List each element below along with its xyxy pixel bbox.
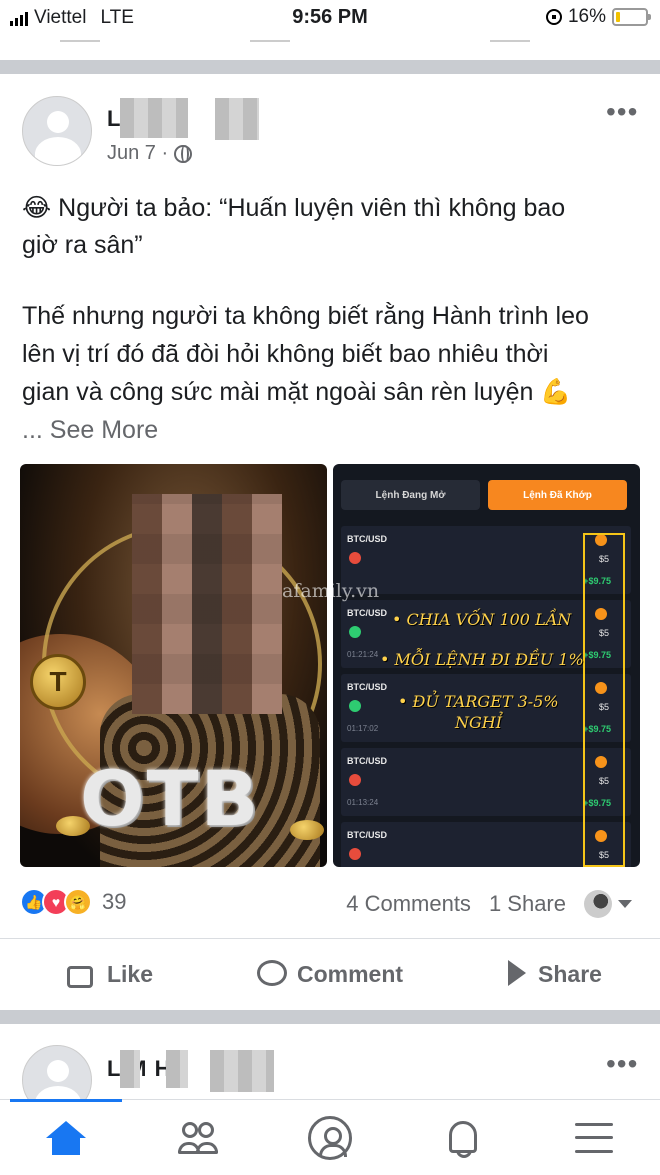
trade-pair: BTC/USD	[347, 682, 387, 692]
coin-stack-icon	[56, 816, 90, 836]
battery-fill	[616, 12, 620, 22]
trade-row: BTC/USD 01:13:24 $5 +$9.75	[341, 748, 631, 816]
comment-label: Comment	[296, 961, 404, 987]
tab-filled-orders: Lệnh Đã Khớp	[488, 480, 627, 510]
trade-time: 01:17:02	[347, 724, 379, 733]
post-text-line: Thế nhưng người ta không biết rằng Hành …	[22, 302, 589, 330]
overlay-text: NGHỈ	[455, 713, 503, 732]
nav-notifications[interactable]	[396, 1100, 528, 1175]
previous-post-edge	[0, 36, 660, 60]
nav-home[interactable]	[0, 1099, 132, 1175]
friends-icon	[176, 1120, 220, 1156]
share-button[interactable]: Share	[440, 939, 660, 1010]
trade-time: 01:13:24	[347, 798, 379, 807]
post-date[interactable]: Jun 7 ·	[107, 142, 168, 165]
battery-info: 16%	[545, 6, 651, 28]
comments-count[interactable]: 4 Comments	[346, 891, 471, 917]
bitcoin-icon	[595, 534, 607, 546]
feed-divider	[0, 60, 660, 74]
feed-divider	[0, 1010, 660, 1024]
post-text-line: lên vị trí đó đã đòi hỏi không biết bao …	[22, 340, 549, 368]
arrow-down-icon	[349, 552, 361, 564]
trade-pair: BTC/USD	[347, 830, 387, 840]
arrow-down-icon	[349, 848, 361, 860]
home-icon	[46, 1120, 86, 1155]
nav-friends[interactable]	[132, 1100, 264, 1175]
more-horizontal-icon[interactable]: •••	[606, 1050, 638, 1078]
bitcoin-icon	[595, 608, 607, 620]
post-text-line: gian và công sức mài mặt ngoài sân rèn l…	[22, 378, 572, 406]
name-redaction	[210, 1050, 274, 1092]
name-redaction	[166, 1050, 188, 1088]
chevron-down-icon[interactable]	[618, 900, 632, 908]
trade-amount: $5	[598, 776, 609, 786]
like-icon	[66, 960, 97, 990]
shares-count[interactable]: 1 Share	[489, 891, 566, 917]
like-button[interactable]: Like	[0, 939, 220, 1010]
battery-icon	[612, 8, 651, 26]
trade-profit: +$9.75	[583, 798, 611, 808]
more-horizontal-icon[interactable]: •••	[606, 98, 638, 126]
profile-icon	[308, 1115, 352, 1160]
bottom-navigation	[0, 1099, 660, 1175]
author-avatar[interactable]	[22, 96, 92, 166]
trade-amount: $5	[598, 628, 609, 638]
engagement-counts: 4 Comments 1 Share	[346, 890, 632, 918]
watermark-text: afamily.vn	[282, 580, 380, 602]
nav-profile[interactable]	[264, 1100, 396, 1175]
trade-amount: $5	[598, 554, 609, 564]
nav-menu[interactable]	[528, 1100, 660, 1175]
trade-pair: BTC/USD	[347, 756, 387, 766]
globe-icon	[174, 144, 193, 163]
trade-tabs: Lệnh Đang Mở Lệnh Đã Khớp	[341, 480, 627, 510]
reaction-count: 39	[102, 889, 127, 914]
coin-stack-icon	[290, 820, 324, 840]
share-icon	[498, 959, 528, 990]
reaction-summary[interactable]: 👍 ♥ 🤗 39	[20, 888, 126, 916]
trade-row: BTC/USD $5 +$9.75	[341, 526, 631, 594]
coin-logo: T	[30, 654, 86, 710]
post-meta: Jun 7 ·	[107, 142, 193, 165]
trade-profit: +$9.75	[583, 724, 611, 734]
care-reaction-icon: 🤗	[64, 888, 92, 916]
bitcoin-icon	[595, 756, 607, 768]
status-bar: Viettel LTE 9:56 PM 16%	[0, 0, 660, 36]
comment-button[interactable]: Comment	[220, 939, 440, 1010]
see-more-link[interactable]: ... See More	[22, 412, 642, 449]
bitcoin-icon	[595, 682, 607, 694]
tab-open-orders: Lệnh Đang Mở	[341, 480, 480, 510]
orientation-lock-icon	[545, 9, 562, 25]
trade-pair: BTC/USD	[347, 534, 387, 544]
arrow-up-icon	[349, 626, 361, 638]
arrow-up-icon	[349, 700, 361, 712]
trade-profit: +$9.75	[583, 576, 611, 586]
arrow-down-icon	[349, 774, 361, 786]
name-redaction	[215, 98, 259, 140]
post-text-line: 😂 Người ta bảo: “Huấn luyện viên thì khô…	[22, 194, 566, 222]
trade-profit: +$9.75	[583, 650, 611, 660]
share-label: Share	[538, 961, 602, 987]
comment-icon	[256, 959, 287, 990]
name-redaction	[120, 98, 188, 138]
name-redaction	[120, 1050, 140, 1088]
trade-row: BTC/USD $5	[341, 822, 631, 867]
trade-time: 01:21:24	[347, 650, 379, 659]
battery-percent: 16%	[567, 6, 606, 27]
overlay-text: • CHIA VỐN 100 LẦN	[392, 610, 572, 629]
overlay-text: • MỖI LỆNH ĐI ĐỀU 1%	[380, 650, 584, 669]
trade-pair: BTC/USD	[347, 608, 387, 618]
viewer-avatar[interactable]	[584, 890, 612, 918]
notifications-icon	[445, 1119, 479, 1158]
post-photo-left[interactable]: T OTB	[20, 464, 327, 867]
trade-amount: $5	[598, 702, 609, 712]
post-text-line: giờ ra sân”	[22, 231, 143, 259]
overlay-text: • ĐỦ TARGET 3-5%	[398, 692, 559, 711]
like-label: Like	[106, 961, 154, 987]
brand-logo-text: OTB	[80, 754, 261, 843]
bitcoin-icon	[595, 830, 607, 842]
menu-icon	[575, 1122, 613, 1153]
trade-amount: $5	[598, 850, 609, 860]
pixelated-face	[132, 494, 282, 714]
post-action-bar: Like Comment Share	[0, 938, 660, 1010]
